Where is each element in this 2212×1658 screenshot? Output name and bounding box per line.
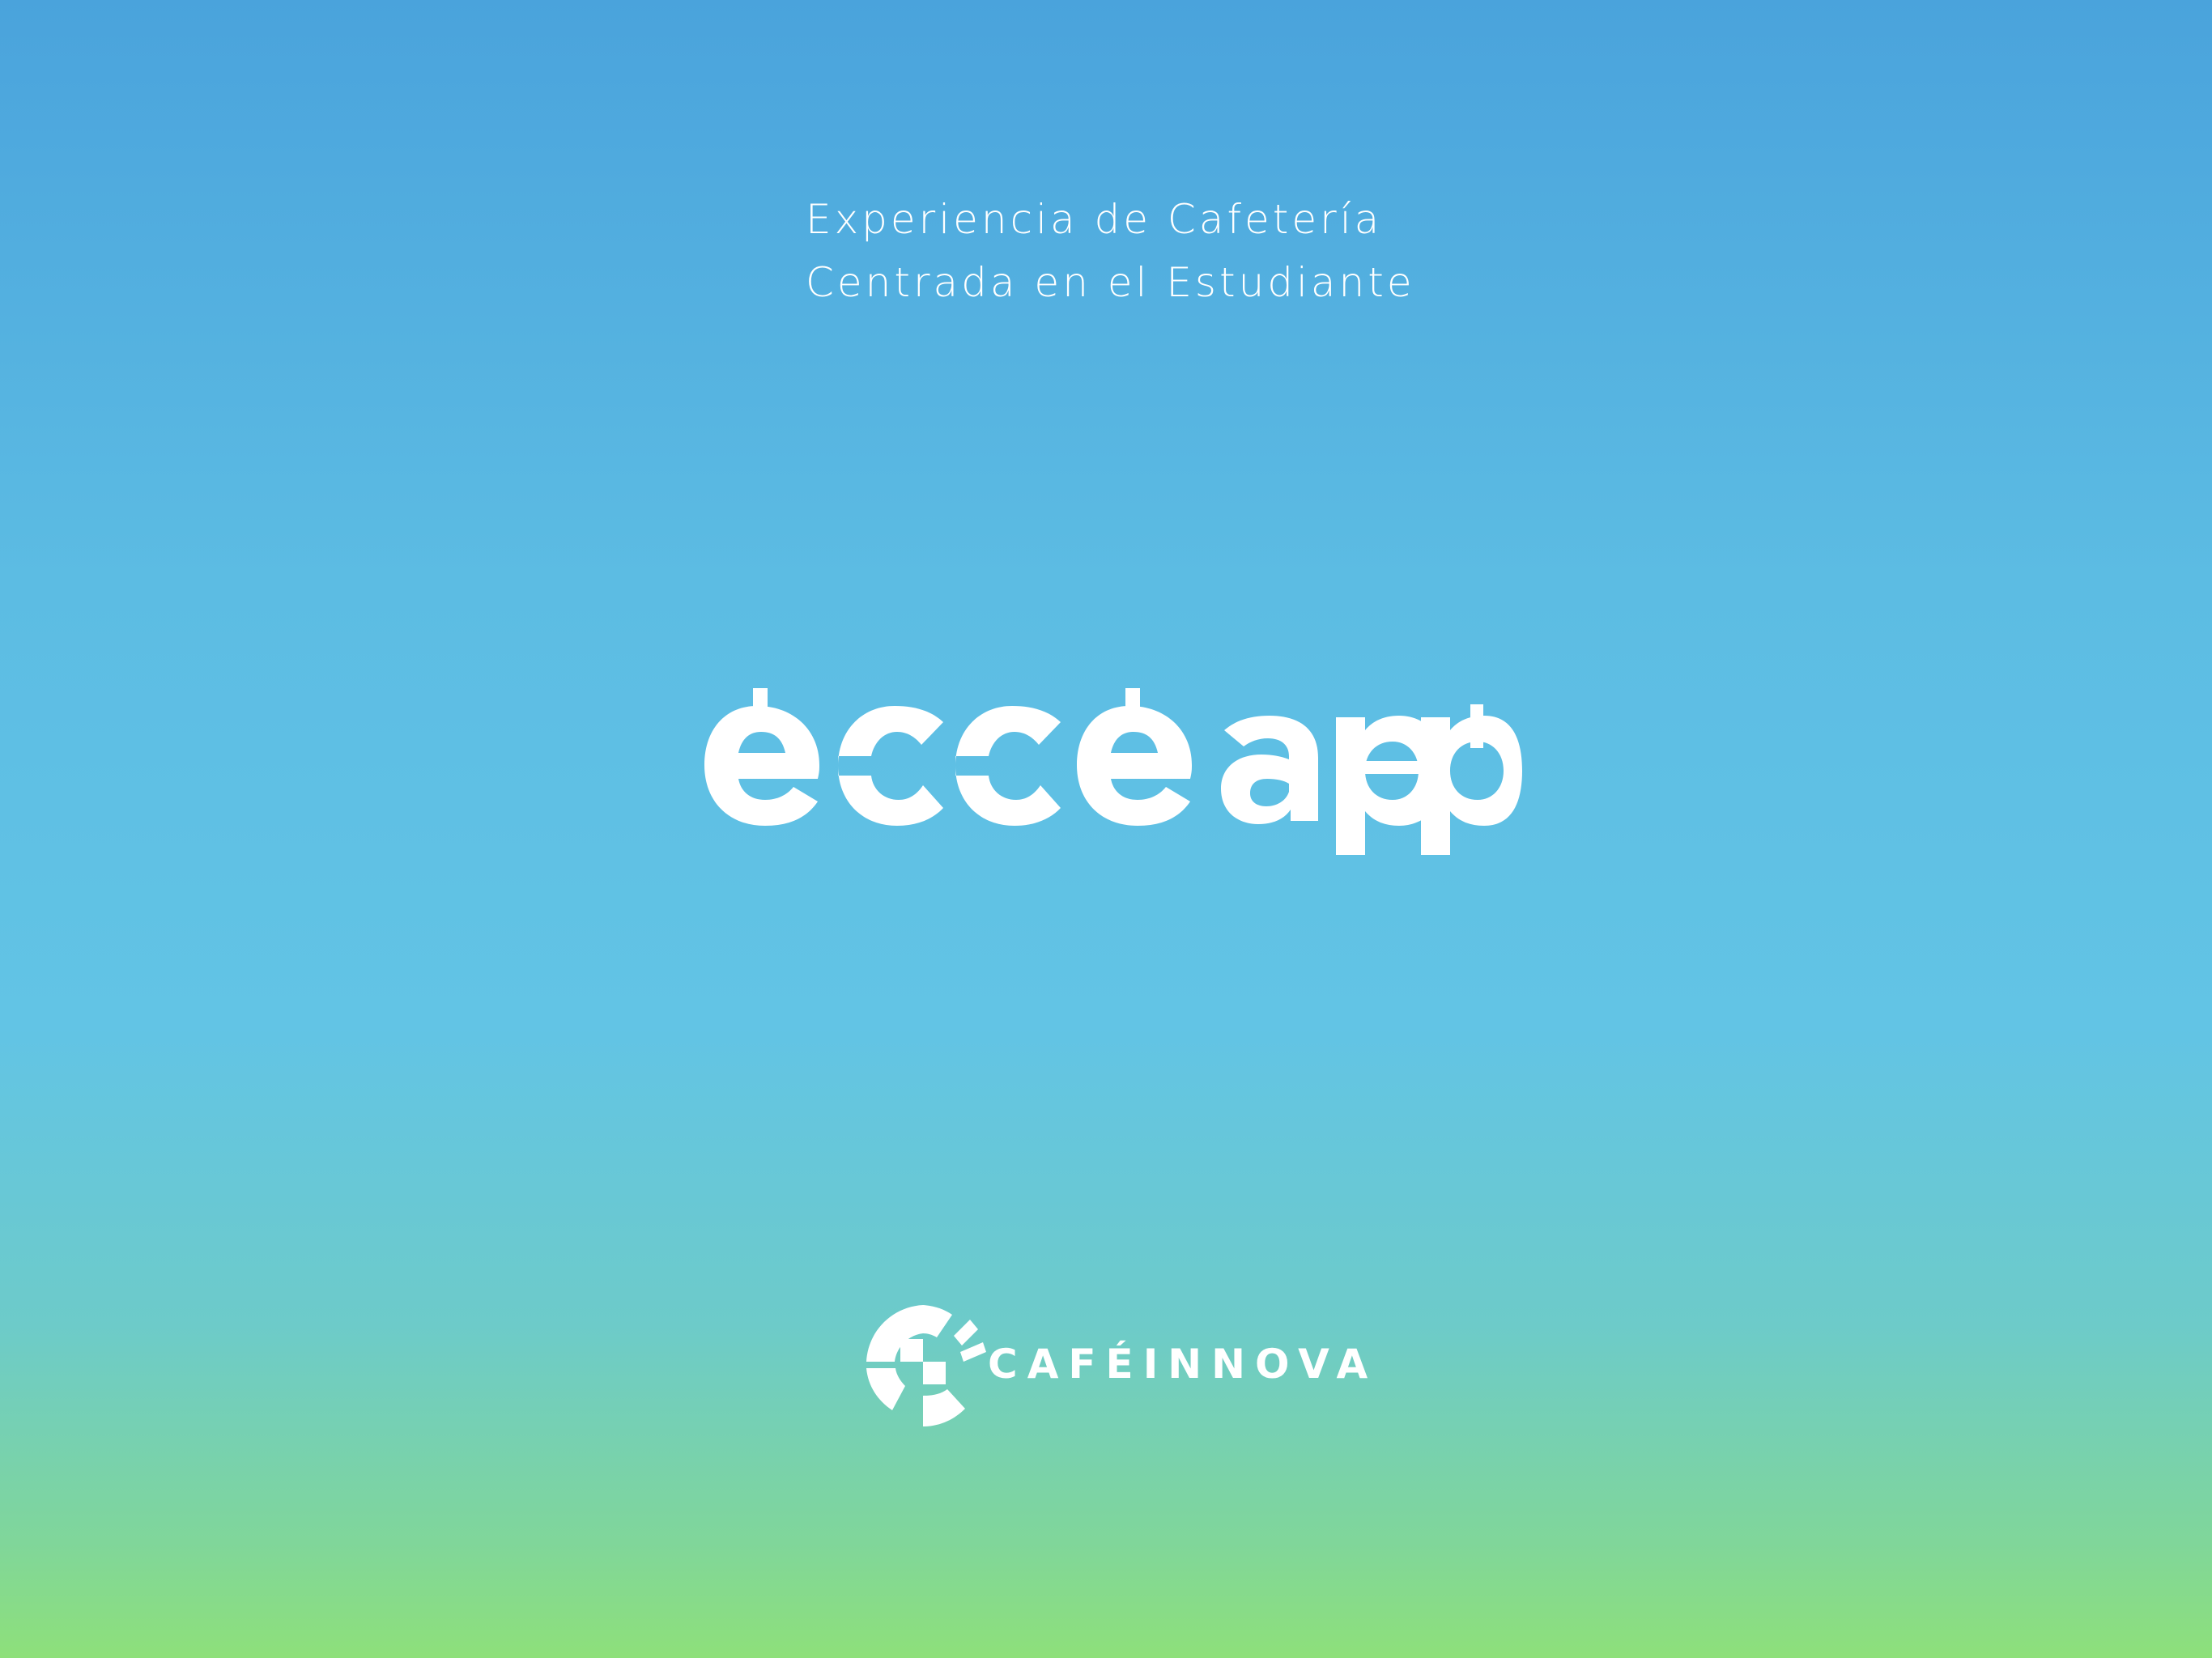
ecce-app-logo: [696, 688, 1522, 858]
tagline: Experiencia de Cafetería Centrada en el …: [806, 188, 1415, 314]
logo-letter-c: [838, 706, 943, 826]
logo-letter-e: [704, 688, 819, 826]
tagline-line-1: Experiencia de Cafetería: [806, 196, 1383, 243]
logo-letter-c: [955, 706, 1061, 826]
logo-letter-e: [1077, 688, 1192, 826]
cafeinnova-logo-mark-icon: [866, 1305, 988, 1426]
brand-name: CAFÉINNOVA: [988, 1341, 1378, 1388]
logo-letter-a: [1221, 716, 1318, 824]
cafeinnova-brand: CAFÉINNOVA: [866, 1305, 1368, 1426]
tagline-line-2: Centrada en el Estudiante: [806, 259, 1415, 306]
logo-letter-p: [1421, 704, 1522, 855]
